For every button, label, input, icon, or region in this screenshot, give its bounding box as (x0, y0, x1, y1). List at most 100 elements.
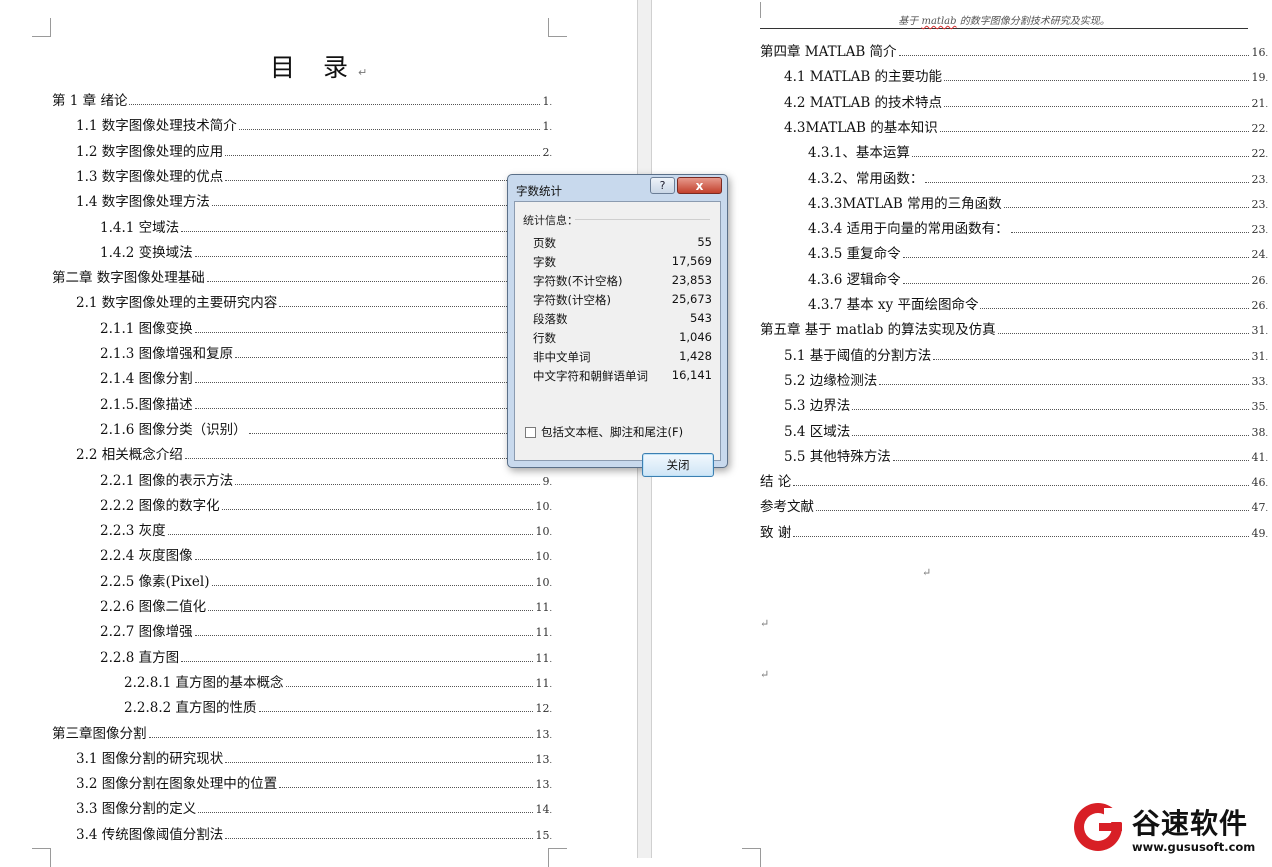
toc-dot-leader (194, 407, 548, 409)
toc-entry-text: 4.3.7 基本 xy 平面绘图命令 (808, 297, 979, 313)
toc-entry[interactable]: 致 谢 49 (760, 524, 1268, 544)
toc-entry[interactable]: 1.4.1 空域法 (100, 219, 552, 239)
stat-value: 1,046 (679, 330, 712, 344)
toc-entry[interactable]: 2.1.6 图像分类（识别） (100, 421, 552, 441)
toc-page-number: 19 (1251, 69, 1268, 88)
toc-entry[interactable]: 2.1.5.图像描述 (100, 396, 552, 416)
toc-entry[interactable]: 1.4 数字图像处理方法 (76, 193, 552, 213)
toc-entry[interactable]: 2.2 相关概念介绍 (76, 446, 552, 466)
toc-entry[interactable]: 结 论 46 (760, 473, 1268, 493)
toc-entry[interactable]: 1.1 数字图像处理技术简介 1 (76, 117, 552, 137)
toc-entry[interactable]: 第 1 章 绪论 1 (52, 92, 552, 112)
toc-entry[interactable]: 2.2.1 图像的表示方法 9 (100, 472, 552, 492)
toc-entry[interactable]: 参考文献 47 (760, 498, 1268, 518)
stat-value: 543 (690, 311, 712, 325)
toc-entry[interactable]: 5.2 边缘检测法 33 (784, 372, 1268, 392)
toc-entry[interactable]: 2.1.1 图像变换 (100, 320, 552, 340)
toc-entry-text: 4.2 MATLAB 的技术特点 (784, 94, 943, 111)
toc-dot-leader (911, 155, 1250, 158)
toc-entry-text: 2.1.5.图像描述 (100, 396, 193, 413)
toc-entry[interactable]: 第四章 MATLAB 简介 16 (760, 43, 1268, 63)
toc-entry[interactable]: 4.3.5 重复命令 24 (808, 245, 1268, 265)
toc-entry[interactable]: 2.1.3 图像增强和复原 (100, 345, 552, 365)
toc-entry[interactable]: 5.1 基于阈值的分割方法 31 (784, 347, 1268, 367)
toc-entry[interactable]: 5.4 区域法 38 (784, 423, 1268, 443)
toc-entry[interactable]: 第二章 数字图像处理基础 (52, 269, 552, 289)
stat-row: 段落数 543 (533, 311, 712, 330)
include-textboxes-checkbox[interactable]: 包括文本框、脚注和尾注(F) (525, 424, 683, 440)
toc-entry[interactable]: 4.3.6 逻辑命令 26 (808, 271, 1268, 291)
toc-entry[interactable]: 3.2 图像分割在图象处理中的位置 13 (76, 775, 552, 795)
toc-entry[interactable]: 第三章图像分割 13 (52, 725, 552, 745)
toc-page-number: 1 (542, 93, 552, 112)
stat-value: 1,428 (679, 349, 712, 363)
toc-page-number: 11 (535, 675, 552, 694)
toc-entry[interactable]: 1.4.2 变换域法 (100, 244, 552, 264)
toc-dot-leader (944, 79, 1250, 82)
toc-entry-text: 5.2 边缘检测法 (784, 372, 878, 389)
toc-entry[interactable]: 3.1 图像分割的研究现状 13 (76, 750, 552, 770)
toc-dot-leader (944, 105, 1250, 107)
statistics-group-label: 统计信息： (523, 214, 578, 227)
toc-entry[interactable]: 第五章 基于 matlab 的算法实现及仿真 31 (760, 321, 1268, 341)
toc-entry[interactable]: 2.1.4 图像分割 (100, 370, 552, 390)
toc-page-number: 10 (535, 498, 552, 517)
toc-page-number: 33 (1251, 373, 1268, 392)
stat-row: 页数 55 (533, 235, 712, 254)
toc-entry[interactable]: 3.4 传统图像阈值分割法 15 (76, 826, 552, 846)
toc-dot-leader (181, 660, 534, 662)
toc-page-number: 31 (1251, 348, 1268, 367)
toc-entry[interactable]: 2.1 数字图像处理的主要研究内容 (76, 294, 552, 314)
toc-entry[interactable]: 2.2.7 图像增强 11 (100, 623, 552, 643)
toc-entry[interactable]: 2.2.3 灰度 10 (100, 522, 552, 542)
toc-entry[interactable]: 1.2 数字图像处理的应用 2 (76, 143, 552, 163)
paragraph-mark: ↵ (760, 617, 770, 630)
toc-entry[interactable]: 4.3.7 基本 xy 平面绘图命令 26 (808, 296, 1268, 316)
toc-entry[interactable]: 5.5 其他特殊方法 41 (784, 448, 1268, 468)
toc-page-number: 11 (535, 624, 552, 643)
toc-entry-text: 结 论 (760, 474, 792, 491)
toc-entry[interactable]: 2.2.5 像素(Pixel) 10 (100, 573, 552, 593)
toc-entry[interactable]: 4.3.1、基本运算 22 (808, 144, 1268, 164)
toc-entry[interactable]: 2.2.6 图像二值化 11 (100, 598, 552, 618)
toc-entry[interactable]: 5.3 边界法 35 (784, 397, 1268, 417)
toc-dot-leader (221, 508, 534, 510)
help-button[interactable]: ? (650, 177, 675, 194)
paragraph-mark: ↵ (922, 566, 932, 579)
close-window-button[interactable]: x (677, 177, 722, 194)
toc-dot-leader (997, 332, 1250, 335)
toc-entry-text: 2.2.4 灰度图像 (100, 548, 193, 565)
toc-entry[interactable]: 2.2.8.1 直方图的基本概念 11 (124, 674, 552, 694)
toc-entry[interactable]: 2.2.2 图像的数字化 10 (100, 497, 552, 517)
toc-entry[interactable]: 4.1 MATLAB 的主要功能 19 (784, 68, 1268, 88)
toc-entry[interactable]: 4.3.4 适用于向量的常用函数有： 23 (808, 220, 1268, 240)
stat-value: 25,673 (671, 292, 712, 306)
toc-page-number: 16 (1251, 44, 1268, 63)
gususoft-logo: 谷速软件 www.gususoft.com (1074, 800, 1272, 858)
toc-entry-text: 第五章 基于 matlab 的算法实现及仿真 (760, 322, 996, 339)
toc-dot-leader (939, 130, 1250, 132)
toc-dot-leader (235, 483, 541, 485)
toc-entry-text: 5.3 边界法 (784, 398, 851, 415)
toc-entry[interactable]: 1.3 数字图像处理的优点 (76, 168, 552, 188)
stat-label: 字数 (533, 255, 556, 269)
toc-page-number: 10 (535, 523, 552, 542)
checkbox-box[interactable] (525, 426, 536, 438)
paragraph-mark: ↵ (357, 66, 368, 79)
toc-entry[interactable]: 2.2.8 直方图 11 (100, 649, 552, 669)
close-button[interactable]: 关闭 (642, 453, 714, 477)
toc-entry[interactable]: 4.3.2、常用函数： 23 (808, 170, 1268, 190)
toc-entry[interactable]: 2.2.4 灰度图像 10 (100, 547, 552, 567)
toc-entry[interactable]: 3.3 图像分割的定义 14 (76, 800, 552, 820)
toc-entry-text: 4.3.5 重复命令 (808, 246, 901, 263)
toc-entry[interactable]: 4.2 MATLAB 的技术特点 21 (784, 94, 1268, 114)
toc-entry-text: 2.2.1 图像的表示方法 (100, 472, 234, 489)
toc-dot-leader (129, 103, 541, 105)
toc-entry[interactable]: 4.3.3MATLAB 常用的三角函数 23 (808, 195, 1268, 215)
toc-dot-leader (181, 230, 548, 232)
toc-entry[interactable]: 2.2.8.2 直方图的性质 12 (124, 699, 552, 719)
toc-entry[interactable]: 4.3MATLAB 的基本知识 22 (784, 119, 1268, 139)
stat-row: 中文字符和朝鲜语单词 16,141 (533, 368, 712, 387)
stat-label: 段落数 (533, 312, 568, 326)
toc-entry-text: 5.1 基于阈值的分割方法 (784, 347, 932, 364)
